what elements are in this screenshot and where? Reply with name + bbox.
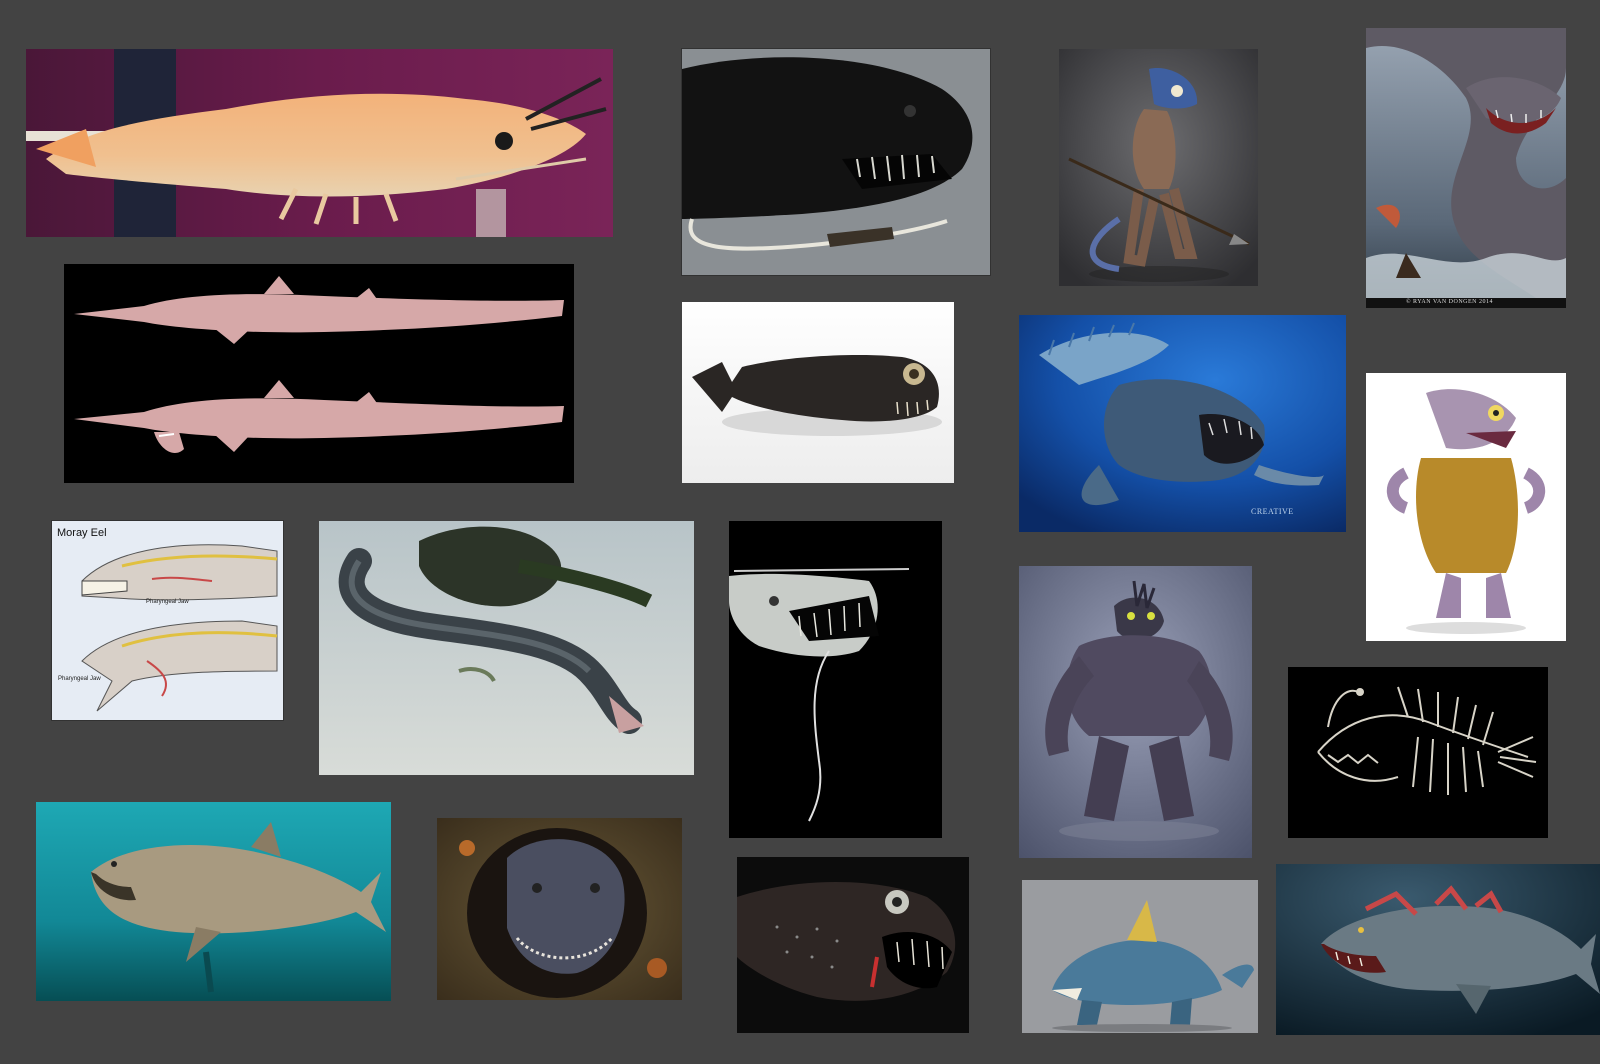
creature-art-icon — [1019, 566, 1252, 858]
creature-art-icon — [1022, 880, 1258, 1033]
image-anglerfish-skeleton[interactable] — [1288, 667, 1548, 838]
fishman-art-icon — [1366, 373, 1566, 641]
image-fish-brute[interactable] — [1019, 566, 1252, 858]
image-shark-concept[interactable] — [1276, 864, 1600, 1035]
image-dunkleosteus[interactable]: CREATIVE — [1019, 315, 1346, 532]
shark-photo-icon — [36, 802, 391, 1001]
skeleton-photo-icon — [1288, 667, 1548, 838]
fishman-art-icon — [1059, 49, 1258, 286]
image-moray-eel-diagram[interactable]: Moray Eel Pharyngeal Jaw Pharyngeal Jaw — [52, 521, 283, 720]
image-shrimp[interactable] — [26, 49, 613, 237]
dragonfish-photo-icon — [737, 857, 969, 1033]
shrimp-photo-icon — [26, 49, 613, 237]
label-pharyngeal-jaw-bottom: Pharyngeal Jaw — [58, 676, 101, 682]
eel-photo-icon — [437, 818, 682, 1000]
dragonfish-photo-icon — [682, 49, 990, 275]
image-conger-eel[interactable] — [437, 818, 682, 1000]
eel-photo-icon — [319, 521, 694, 775]
image-fishman-tunic[interactable] — [1366, 373, 1566, 641]
moodboard-canvas: © RYAN VAN DONGEN 2014 CREATIVE Moray Ee… — [0, 0, 1600, 1064]
label-pharyngeal-jaw-top: Pharyngeal Jaw — [146, 599, 189, 605]
image-eel-on-sand[interactable] — [319, 521, 694, 775]
image-viperfish[interactable] — [729, 521, 942, 838]
image-fishman-spear[interactable] — [1059, 49, 1258, 286]
shark-art-icon — [1276, 864, 1600, 1035]
image-sea-serpent[interactable]: © RYAN VAN DONGEN 2014 — [1366, 28, 1566, 308]
image-dragonfish-barbel[interactable] — [682, 49, 990, 275]
artist-credit: © RYAN VAN DONGEN 2014 — [1406, 299, 1494, 305]
image-megamouth-shark[interactable] — [36, 802, 391, 1001]
image-dragonfish-dark[interactable] — [737, 857, 969, 1033]
dunkleosteus-art-icon — [1019, 315, 1346, 532]
anatomy-diagram-icon — [52, 521, 283, 720]
image-goblin-shark[interactable] — [64, 264, 574, 483]
sea-serpent-art-icon — [1366, 28, 1566, 308]
diagram-title: Moray Eel — [57, 527, 107, 539]
viperfish-photo-icon — [729, 521, 942, 838]
image-dragonfish-specimen[interactable] — [682, 302, 954, 483]
dragonfish-photo-icon — [682, 302, 954, 483]
goblin-shark-photo-icon — [64, 264, 574, 483]
studio-credit: CREATIVE — [1251, 507, 1294, 516]
image-shark-beast[interactable] — [1022, 880, 1258, 1033]
